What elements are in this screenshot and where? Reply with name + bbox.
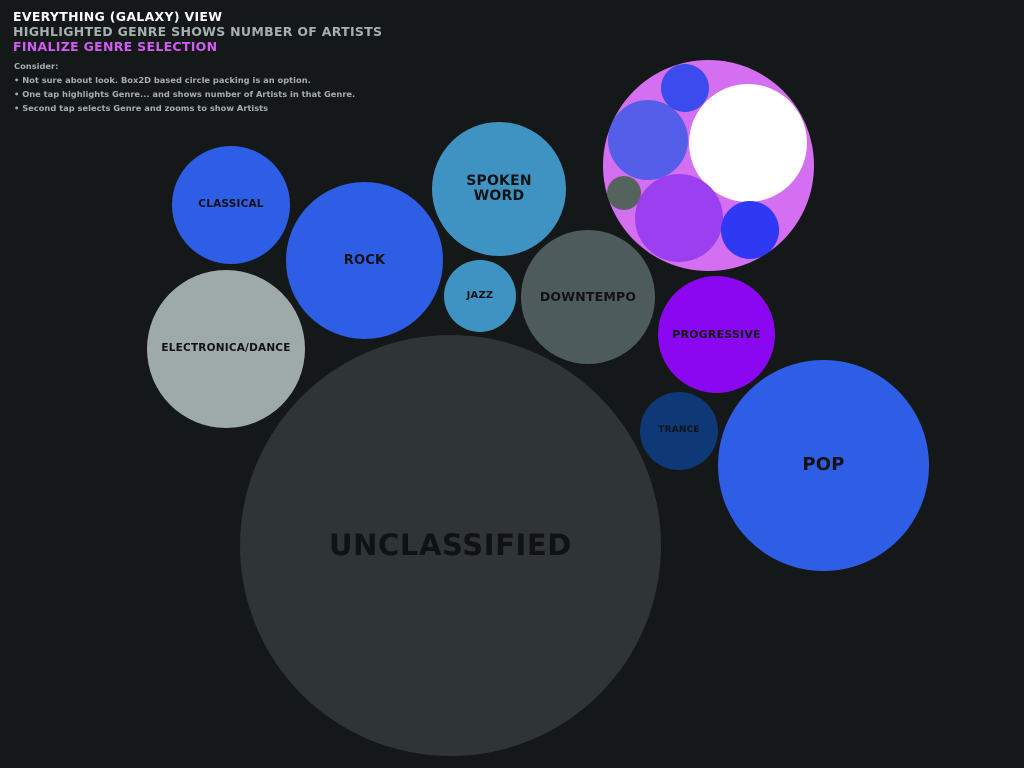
genre-label: ELECTRONICA/DANCE <box>161 342 291 355</box>
genre-bubble-downtempo[interactable]: DOWNTEMPO <box>521 230 655 364</box>
genre-bubble-classical[interactable]: CLASSICAL <box>172 146 290 264</box>
genre-label: POP <box>802 454 845 476</box>
genre-bubble-spoken-word[interactable]: SPOKEN WORD <box>432 122 566 256</box>
note-item: • One tap highlights Genre... and shows … <box>14 89 356 99</box>
genre-label: ROCK <box>343 252 386 268</box>
genre-label: PROGRESSIVE <box>672 327 761 341</box>
artist-bubble[interactable] <box>721 201 779 259</box>
genre-bubble-jazz[interactable]: JAZZ <box>444 260 516 332</box>
galaxy-view: EVERYTHING (GALAXY) VIEW HIGHLIGHTED GEN… <box>0 0 1024 768</box>
genre-label: DOWNTEMPO <box>539 289 637 305</box>
genre-label: JAZZ <box>466 289 494 301</box>
genre-label: SPOKEN WORD <box>466 173 532 204</box>
notes-heading: Consider: <box>14 61 59 71</box>
genre-label: TRANCE <box>658 425 700 436</box>
genre-bubble-trance[interactable]: TRANCE <box>640 392 718 470</box>
genre-bubble-rock[interactable]: ROCK <box>286 182 443 339</box>
artist-bubble[interactable] <box>635 174 723 262</box>
note-item: • Second tap selects Genre and zooms to … <box>14 103 269 113</box>
genre-bubble-progressive[interactable]: PROGRESSIVE <box>658 276 775 393</box>
notes: Consider: • Not sure about look. Box2D b… <box>13 59 433 115</box>
genre-bubble-unclassified[interactable]: UNCLASSIFIED <box>240 335 661 756</box>
view-title: EVERYTHING (GALAXY) VIEW <box>13 9 223 24</box>
genre-bubble-pop[interactable]: POP <box>718 360 929 571</box>
note-item: • Not sure about look. Box2D based circl… <box>14 75 311 85</box>
view-step-title: FINALIZE GENRE SELECTION <box>13 39 218 54</box>
genre-label: CLASSICAL <box>198 198 264 211</box>
genre-bubble-electronica-dance[interactable]: ELECTRONICA/DANCE <box>147 270 305 428</box>
selected-genre-bubble[interactable] <box>603 60 814 271</box>
artist-bubble[interactable] <box>608 100 688 180</box>
genre-label: UNCLASSIFIED <box>329 528 572 563</box>
header: EVERYTHING (GALAXY) VIEW HIGHLIGHTED GEN… <box>13 9 433 115</box>
view-subtitle: HIGHLIGHTED GENRE SHOWS NUMBER OF ARTIST… <box>13 24 383 39</box>
